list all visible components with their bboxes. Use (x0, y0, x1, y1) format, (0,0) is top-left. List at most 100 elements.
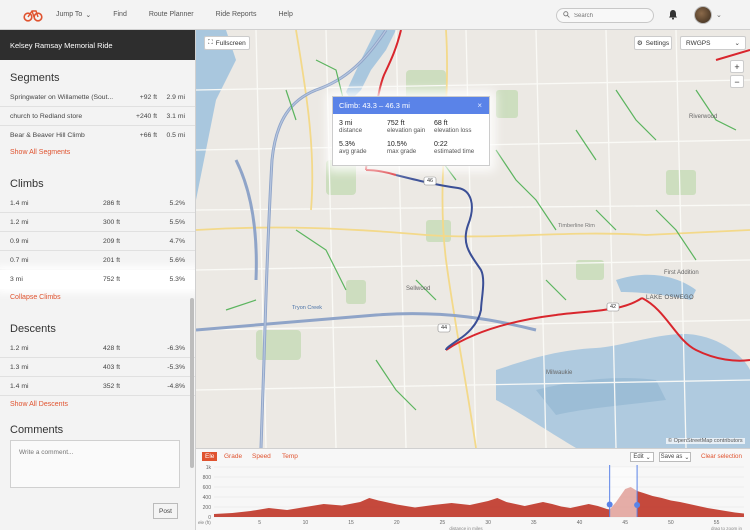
sidebar-scrollbar[interactable] (190, 298, 194, 468)
x-axis-caption-right: drag to zoom in (711, 526, 743, 530)
nav-ride-reports[interactable]: Ride Reports (216, 11, 257, 18)
segment-distance: 0.5 mi (166, 132, 185, 139)
climb-row-selected[interactable]: 3 mi 752 ft 5.3% (0, 270, 195, 289)
climb-gain: 201 ft (102, 256, 120, 264)
x-tick-label: 10 (303, 520, 309, 526)
notification-bell-icon[interactable] (668, 9, 678, 22)
tab-temp[interactable]: Temp (282, 453, 298, 460)
segment-gain: +92 ft (139, 93, 157, 101)
selection-end-handle (634, 502, 641, 508)
descent-distance: 1.4 mi (10, 382, 29, 390)
stat-value: 752 ft (387, 120, 405, 127)
map-settings-button[interactable]: ⚙ Settings (634, 36, 672, 50)
show-all-segments-link[interactable]: Show All Segments (0, 149, 195, 156)
climb-row[interactable]: 0.9 mi 209 ft 4.7% (0, 232, 195, 251)
show-all-descents-link[interactable]: Show All Descents (0, 401, 195, 408)
x-tick-label: 35 (531, 520, 537, 526)
climb-row[interactable]: 1.4 mi 286 ft 5.2% (0, 194, 195, 213)
stat-label: distance (339, 127, 363, 134)
chevron-down-icon[interactable]: ⌄ (716, 11, 722, 19)
segment-name: Bear & Beaver Hill Climb (10, 132, 85, 139)
y-tick-label: 600 (203, 485, 212, 491)
x-tick-label: 45 (622, 520, 628, 526)
x-tick-label: 30 (485, 520, 491, 526)
segment-row[interactable]: church to Redland store +240 ft 3.1 mi (0, 107, 195, 126)
stat-value: 10.5% (387, 141, 407, 148)
nav-links: Jump To ⌄ Find Route Planner Ride Report… (56, 11, 315, 19)
descent-row[interactable]: 1.4 mi 352 ft -4.8% (0, 377, 195, 396)
search-box[interactable] (556, 8, 654, 23)
stat-value: 3 mi (339, 120, 353, 127)
elevation-profile-area (214, 487, 744, 517)
stat-label: elevation loss (434, 127, 472, 134)
climb-grade: 4.7% (169, 237, 186, 245)
expand-icon: ⛶ (208, 39, 213, 46)
nav-help[interactable]: Help (278, 11, 292, 18)
nav-find[interactable]: Find (113, 11, 127, 18)
y-tick-label: 400 (203, 495, 212, 501)
x-axis-caption: distance in miles (449, 526, 483, 530)
collapse-climbs-link[interactable]: Collapse Climbs (0, 294, 195, 301)
map-label: Sellwood (406, 286, 431, 292)
rwgps-logo-icon[interactable] (18, 0, 48, 30)
stat-avg-grade: 5.3% avg grade (339, 141, 367, 155)
close-icon[interactable]: × (477, 101, 482, 110)
segment-row[interactable]: Bear & Beaver Hill Climb +66 ft 0.5 mi (0, 126, 195, 145)
clear-selection-link[interactable]: Clear selection (701, 453, 742, 460)
chevron-down-icon: ⌄ (645, 454, 651, 461)
climb-gain: 752 ft (102, 276, 120, 283)
user-avatar[interactable] (694, 6, 712, 24)
nav-route-planner[interactable]: Route Planner (149, 11, 194, 18)
x-tick-label: 40 (577, 520, 583, 526)
climb-grade: 5.2% (169, 199, 186, 207)
x-tick-label: 15 (348, 520, 354, 526)
climb-row[interactable]: 1.2 mi 300 ft 5.5% (0, 213, 195, 232)
stat-label: avg grade (339, 148, 367, 155)
zoom-in-button[interactable]: + (730, 60, 744, 73)
nav-jump-to-label: Jump To (56, 11, 83, 18)
descent-grade: -4.8% (167, 382, 185, 390)
map-layer-value: RWGPS (686, 39, 711, 47)
tab-grade[interactable]: Grade (224, 453, 242, 460)
zoom-out-button[interactable]: − (730, 75, 744, 88)
route-title: Kelsey Ramsay Memorial Ride (0, 30, 195, 60)
tab-speed[interactable]: Speed (252, 453, 271, 460)
y-tick-label: 800 (203, 475, 212, 481)
comment-textarea[interactable] (10, 440, 180, 488)
edit-dropdown[interactable]: Edit ⌄ (630, 452, 654, 462)
map-label: Milwaukie (546, 370, 573, 376)
segments-heading: Segments (10, 72, 60, 84)
stat-label: estimated time (434, 148, 475, 155)
map-layer-select[interactable]: RWGPS ⌄ (680, 36, 746, 50)
stat-elevation-gain: 752 ft elevation gain (387, 120, 425, 134)
chevron-down-icon: ⌄ (734, 40, 740, 47)
chevron-down-icon: ⌄ (85, 11, 92, 19)
descent-row[interactable]: 1.3 mi 403 ft -5.3% (0, 358, 195, 377)
save-as-label: Save as (660, 454, 683, 460)
segment-row[interactable]: Springwater on Willamette (Sout... +92 f… (0, 88, 195, 107)
route-map[interactable]: 46 44 42 Riverwood LAKE OSWEGO First Add… (196, 30, 750, 448)
post-button[interactable]: Post (153, 503, 178, 519)
climb-popup-header: Climb: 43.3 – 46.3 mi × (333, 97, 489, 114)
segment-distance: 2.9 mi (166, 93, 185, 101)
search-input[interactable] (574, 12, 644, 19)
climb-distance: 1.4 mi (10, 199, 29, 207)
descent-loss: 428 ft (102, 344, 120, 352)
stat-value: 5.3% (339, 141, 355, 148)
climb-popup: Climb: 43.3 – 46.3 mi × 3 mi distance 75… (332, 96, 490, 166)
segment-distance: 3.1 mi (166, 112, 185, 120)
route-shield: 46 (426, 178, 434, 184)
elevation-chart[interactable]: 1k80060040020005 10 15 20 25 30 35 40 45 50 55ele … (196, 465, 750, 530)
segment-name: Springwater on Willamette (Sout... (10, 93, 114, 101)
nav-jump-to[interactable]: Jump To ⌄ (56, 11, 91, 19)
save-as-dropdown[interactable]: Save as ⌄ (659, 452, 691, 462)
y-tick-label: 200 (203, 505, 212, 511)
route-sidebar: Kelsey Ramsay Memorial Ride Segments Spr… (0, 30, 196, 530)
map-label: LAKE OSWEGO (646, 295, 694, 301)
descent-row[interactable]: 1.2 mi 428 ft -6.3% (0, 339, 195, 358)
fullscreen-button[interactable]: ⛶ Fullscreen (204, 36, 250, 50)
climb-row[interactable]: 0.7 mi 201 ft 5.6% (0, 251, 195, 270)
climb-popup-title: Climb: 43.3 – 46.3 mi (339, 101, 410, 110)
climb-gain: 286 ft (102, 199, 120, 207)
tab-ele[interactable]: Ele (202, 452, 218, 461)
